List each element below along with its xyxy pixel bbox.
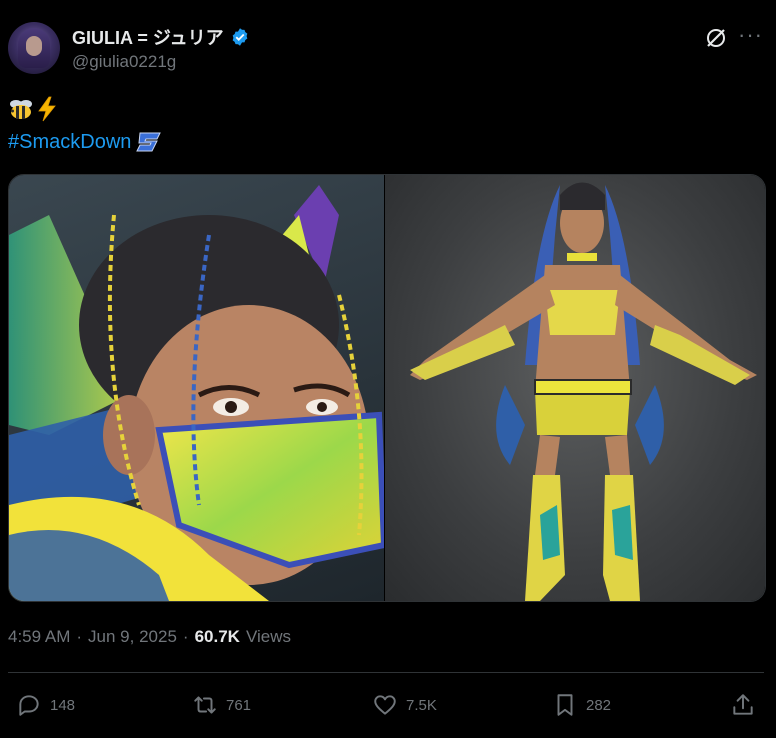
meta-separator: · <box>182 627 189 646</box>
tweet-photo-closeup[interactable] <box>9 175 384 601</box>
closeup-illustration <box>9 185 384 601</box>
repost-count: 761 <box>226 696 252 714</box>
tweet-photo-fullbody[interactable] <box>385 175 765 601</box>
smackdown-hashflag-icon <box>136 132 162 152</box>
avatar-face <box>26 36 42 56</box>
hashtag-smackdown[interactable]: #SmackDown <box>8 131 131 154</box>
like-button[interactable]: 7.5K <box>372 688 437 722</box>
reply-button[interactable]: 148 <box>16 688 75 722</box>
repost-button[interactable]: 761 <box>192 688 251 722</box>
meta-separator: · <box>76 627 83 646</box>
author-display-name[interactable]: GIULIA = ジュリア <box>72 24 224 50</box>
grok-icon[interactable] <box>704 26 728 50</box>
bookmark-icon <box>557 694 573 716</box>
more-options-icon[interactable]: ··· <box>738 22 763 48</box>
emoji-line <box>8 94 58 124</box>
tweet-meta: 4:59 AM · Jun 9, 2025 · 60.7K Views <box>8 627 291 647</box>
author-avatar[interactable] <box>8 22 60 74</box>
hashtag-row: #SmackDown <box>8 130 163 154</box>
author-name-row[interactable]: GIULIA = ジュリア <box>72 24 250 50</box>
views-count[interactable]: 60.7K <box>195 627 240 647</box>
verified-badge-icon <box>232 28 247 46</box>
fullbody-illustration <box>410 182 757 601</box>
share-button[interactable] <box>730 688 756 722</box>
repost-icon <box>194 696 216 714</box>
share-icon <box>733 694 753 715</box>
author-handle[interactable]: @giulia0221g <box>72 52 176 72</box>
tweet-date[interactable]: Jun 9, 2025 <box>88 627 177 647</box>
bookmark-button[interactable]: 282 <box>552 688 611 722</box>
views-label: Views <box>245 627 291 646</box>
bee-emoji-icon <box>10 100 32 119</box>
high-voltage-emoji-icon <box>38 96 56 122</box>
reply-icon <box>19 695 39 716</box>
reply-count: 148 <box>50 696 76 714</box>
media-grid[interactable] <box>8 174 766 602</box>
tweet-time[interactable]: 4:59 AM <box>8 627 70 647</box>
like-count: 7.5K <box>406 696 437 714</box>
heart-icon <box>374 695 396 715</box>
divider <box>8 672 764 673</box>
bookmark-count: 282 <box>586 696 612 714</box>
action-bar: 148 761 7.5K 282 <box>0 688 776 724</box>
